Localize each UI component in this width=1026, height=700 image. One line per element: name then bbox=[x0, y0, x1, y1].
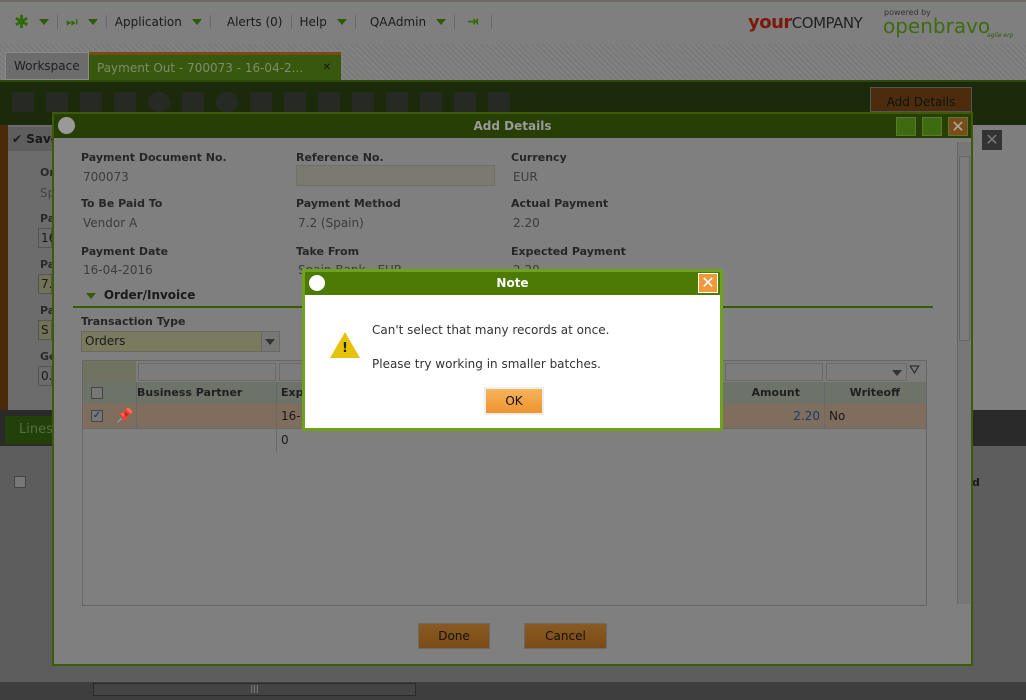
link-icon[interactable] bbox=[420, 92, 442, 112]
field-value: 700073 bbox=[83, 170, 129, 184]
form-input[interactable]: 0. bbox=[38, 366, 52, 386]
column-writeoff[interactable]: Writeoff bbox=[824, 382, 906, 404]
cell-business-partner bbox=[136, 404, 276, 428]
tab-workspace[interactable]: Workspace bbox=[5, 52, 89, 80]
audit-icon[interactable] bbox=[386, 92, 408, 112]
scrollbar-thumb[interactable]: ||| bbox=[93, 683, 416, 696]
transaction-type-label: Transaction Type bbox=[81, 315, 186, 328]
tab-lines[interactable]: Lines bbox=[5, 416, 53, 444]
pin-icon[interactable]: 📌 bbox=[116, 404, 133, 428]
field-label: To Be Paid To bbox=[81, 197, 163, 210]
select-all-checkbox[interactable] bbox=[91, 387, 103, 399]
field-value: 16-04-2016 bbox=[83, 263, 153, 277]
openbravo-icon bbox=[309, 275, 325, 291]
menu-alerts[interactable]: Alerts (0) bbox=[227, 15, 283, 29]
menu-user[interactable]: QAAdmin bbox=[370, 15, 426, 29]
column-amount[interactable]: Amount bbox=[724, 382, 824, 404]
collapse-icon bbox=[86, 293, 96, 299]
tab-payment-out[interactable]: Payment Out - 700073 - 16-04-2... ✕ bbox=[89, 52, 341, 80]
top-navigation-bar: ✱ ⏭ Application Alerts (0) Help QAAdmin … bbox=[0, 0, 1026, 44]
chevron-down-icon[interactable] bbox=[261, 332, 279, 351]
column-header: d bbox=[972, 476, 980, 489]
field-value: 7.2 (Spain) bbox=[298, 216, 364, 230]
save-icon[interactable] bbox=[80, 92, 102, 112]
note-message-line1: Can't select that many records at once. bbox=[372, 323, 610, 337]
vertical-scrollbar[interactable] bbox=[957, 142, 971, 604]
logout-icon[interactable]: ⇥ bbox=[467, 14, 479, 30]
fast-forward-icon[interactable]: ⏭ bbox=[66, 15, 78, 30]
quick-launch-icon[interactable]: ✱ bbox=[14, 12, 29, 33]
minimize-icon[interactable] bbox=[896, 117, 916, 136]
form-input[interactable]: 16 bbox=[38, 228, 56, 248]
field-value: 2.20 bbox=[513, 216, 540, 230]
add-details-button[interactable]: Add Details bbox=[870, 87, 972, 112]
new-document-icon[interactable] bbox=[12, 92, 34, 112]
dialog-title: Add Details bbox=[473, 119, 552, 133]
export-icon[interactable] bbox=[250, 92, 272, 112]
field-value: Vendor A bbox=[83, 216, 138, 230]
attach-icon[interactable] bbox=[284, 92, 306, 112]
form-input[interactable]: S bbox=[38, 320, 52, 340]
nav-menu: ✱ ⏭ Application Alerts (0) Help QAAdmin … bbox=[14, 12, 500, 33]
layout-icon[interactable] bbox=[488, 92, 510, 112]
maximize-icon[interactable] bbox=[922, 117, 942, 136]
select-all-checkbox[interactable] bbox=[14, 476, 26, 488]
refresh-icon[interactable] bbox=[216, 92, 238, 112]
field-label: Payment Method bbox=[296, 197, 401, 210]
note-title: Note bbox=[496, 276, 529, 290]
delete-icon[interactable] bbox=[182, 92, 204, 112]
save-close-icon[interactable] bbox=[114, 92, 136, 112]
filter-icon[interactable]: ⛛ bbox=[909, 363, 920, 378]
email-icon[interactable] bbox=[352, 92, 374, 112]
menu-help[interactable]: Help bbox=[300, 15, 327, 29]
cancel-button[interactable]: Cancel bbox=[524, 623, 607, 649]
menu-application[interactable]: Application bbox=[115, 15, 182, 29]
column-business-partner[interactable]: Business Partner bbox=[136, 382, 276, 404]
close-icon[interactable]: ✕ bbox=[698, 273, 718, 293]
openbravo-logo: openbravo bbox=[883, 14, 991, 38]
note-message-line2: Please try working in smaller batches. bbox=[372, 357, 601, 371]
field-value: EUR bbox=[513, 170, 538, 184]
chevron-down-icon[interactable] bbox=[87, 19, 98, 25]
chevron-down-icon[interactable] bbox=[39, 19, 50, 25]
field-label: Actual Payment bbox=[511, 197, 609, 210]
close-icon[interactable]: ✕ bbox=[948, 117, 968, 136]
row-checkbox[interactable]: ✓ bbox=[91, 410, 103, 422]
check-icon: ✔ bbox=[12, 132, 27, 146]
done-button[interactable]: Done bbox=[418, 623, 490, 649]
horizontal-scrollbar[interactable]: ||| bbox=[0, 682, 1026, 700]
ok-button[interactable]: OK bbox=[484, 387, 544, 415]
save-button[interactable]: ✔ Save bbox=[8, 127, 52, 151]
filter-select[interactable] bbox=[826, 363, 907, 381]
field-label: Reference No. bbox=[296, 151, 384, 164]
grid-icon[interactable] bbox=[46, 92, 68, 112]
field-label: Payment Document No. bbox=[81, 151, 227, 164]
field-label: Expected Payment bbox=[511, 245, 626, 258]
print-icon[interactable] bbox=[318, 92, 340, 112]
chevron-down-icon[interactable] bbox=[336, 19, 347, 25]
chevron-down-icon[interactable] bbox=[436, 19, 447, 25]
scrollbar-thumb[interactable] bbox=[959, 156, 970, 341]
field-label: Payment Date bbox=[81, 245, 169, 258]
field-label: Currency bbox=[511, 151, 567, 164]
agile-erp-label: agile erp bbox=[987, 32, 1014, 39]
close-tab-icon[interactable]: ✕ bbox=[323, 55, 331, 81]
form-input[interactable]: 7. bbox=[38, 274, 52, 294]
note-header: Note ✕ bbox=[305, 272, 720, 295]
cancel-icon[interactable] bbox=[148, 92, 170, 112]
filter-input[interactable] bbox=[138, 363, 276, 381]
cell-amount: 2.20 bbox=[793, 409, 820, 423]
field-label: Take From bbox=[296, 245, 360, 258]
company-logo: yourCOMPANY bbox=[748, 12, 863, 33]
filter-input[interactable] bbox=[725, 363, 823, 381]
cell-writeoff: No bbox=[824, 404, 906, 428]
note-dialog: Note ✕ ! Can't select that many records … bbox=[302, 269, 723, 431]
close-form-icon[interactable]: ✕ bbox=[982, 130, 1002, 150]
dialog-header: Add Details ✕ bbox=[54, 114, 971, 138]
chevron-down-icon[interactable] bbox=[191, 19, 202, 25]
openbravo-icon bbox=[58, 117, 75, 134]
reference-no-input[interactable] bbox=[296, 165, 495, 186]
transaction-type-select[interactable]: Orders bbox=[81, 331, 280, 352]
tree-icon[interactable] bbox=[454, 92, 476, 112]
